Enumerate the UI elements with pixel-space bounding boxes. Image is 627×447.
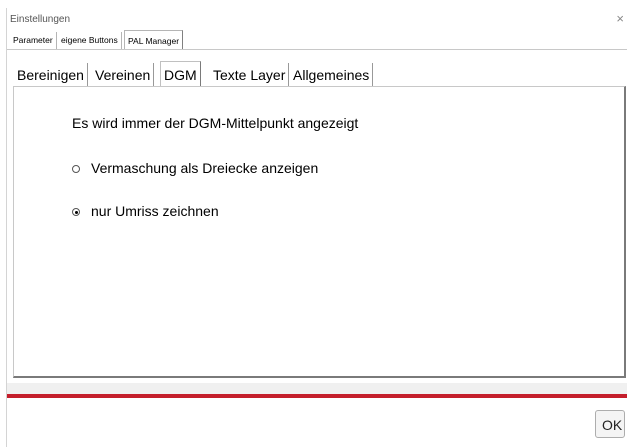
tab-texte-layer[interactable]: Texte Layer bbox=[210, 63, 290, 87]
tab-pal-manager[interactable]: PAL Manager bbox=[124, 30, 184, 50]
tab-dgm[interactable]: DGM bbox=[160, 61, 201, 88]
radio-button-checked[interactable] bbox=[72, 208, 80, 216]
settings-window: Einstellungen × Parameter eigene Buttons… bbox=[6, 8, 627, 447]
separator-band bbox=[7, 383, 627, 394]
title-bar: Einstellungen × bbox=[7, 8, 627, 30]
ok-button[interactable]: OK bbox=[595, 410, 625, 438]
info-text: Es wird immer der DGM-Mittelpunkt angeze… bbox=[72, 115, 359, 131]
close-icon[interactable]: × bbox=[616, 11, 624, 26]
tab-eigene-buttons[interactable]: eigene Buttons bbox=[58, 32, 122, 49]
radio-button-unchecked[interactable] bbox=[72, 165, 80, 173]
tab-parameter[interactable]: Parameter bbox=[10, 32, 57, 49]
tab-allgemeines[interactable]: Allgemeines bbox=[290, 63, 374, 87]
radio-label-umriss: nur Umriss zeichnen bbox=[91, 203, 219, 219]
radio-label-vermaschung: Vermaschung als Dreiecke anzeigen bbox=[91, 160, 319, 176]
tab-vereinen[interactable]: Vereinen bbox=[92, 63, 155, 87]
outer-tab-divider bbox=[7, 49, 627, 50]
dgm-panel: Es wird immer der DGM-Mittelpunkt angeze… bbox=[13, 86, 626, 378]
window-title: Einstellungen bbox=[10, 14, 71, 25]
button-bar: OK bbox=[7, 398, 627, 447]
tab-bereinigen[interactable]: Bereinigen bbox=[14, 63, 88, 87]
